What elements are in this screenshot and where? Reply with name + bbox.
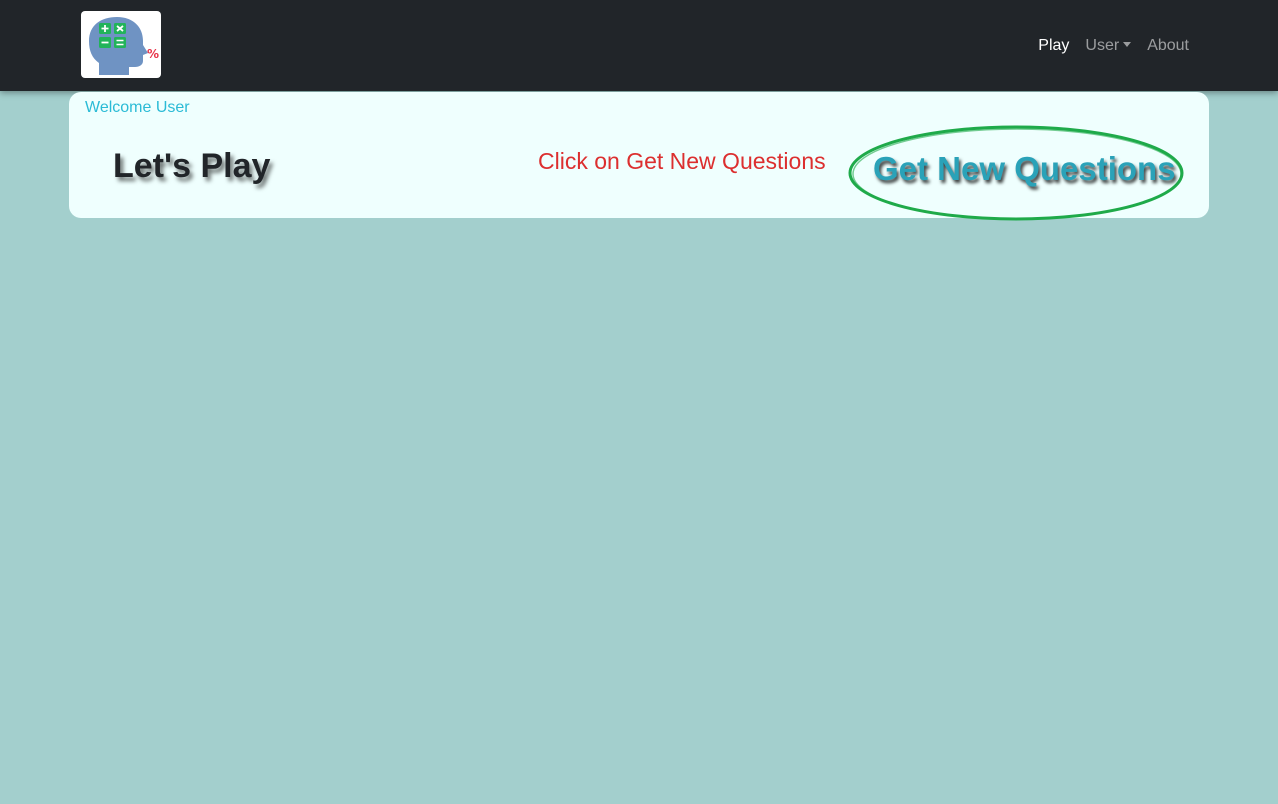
play-card: Welcome User Let's Play Click on Get New… [69, 92, 1209, 221]
get-new-questions-button[interactable]: Get New Questions [847, 125, 1186, 222]
brand-logo[interactable]: % [81, 11, 161, 78]
page-title: Let's Play [113, 147, 271, 185]
percent-symbol: % [147, 47, 159, 61]
nav-play-link[interactable]: Play [1038, 37, 1069, 55]
caret-down-icon [1123, 41, 1132, 47]
navbar: % Play User About [0, 0, 1278, 91]
nav-user-dropdown[interactable]: User [1085, 36, 1132, 55]
get-new-questions-label: Get New Questions [873, 150, 1176, 187]
nav-about-link[interactable]: About [1147, 37, 1189, 55]
nav-links: Play User About [1038, 0, 1189, 91]
instruction-text: Click on Get New Questions [538, 148, 826, 174]
welcome-message: Welcome User [85, 99, 190, 116]
head-with-math-symbols-icon: % [89, 17, 159, 75]
nav-user-label: User [1085, 36, 1120, 54]
